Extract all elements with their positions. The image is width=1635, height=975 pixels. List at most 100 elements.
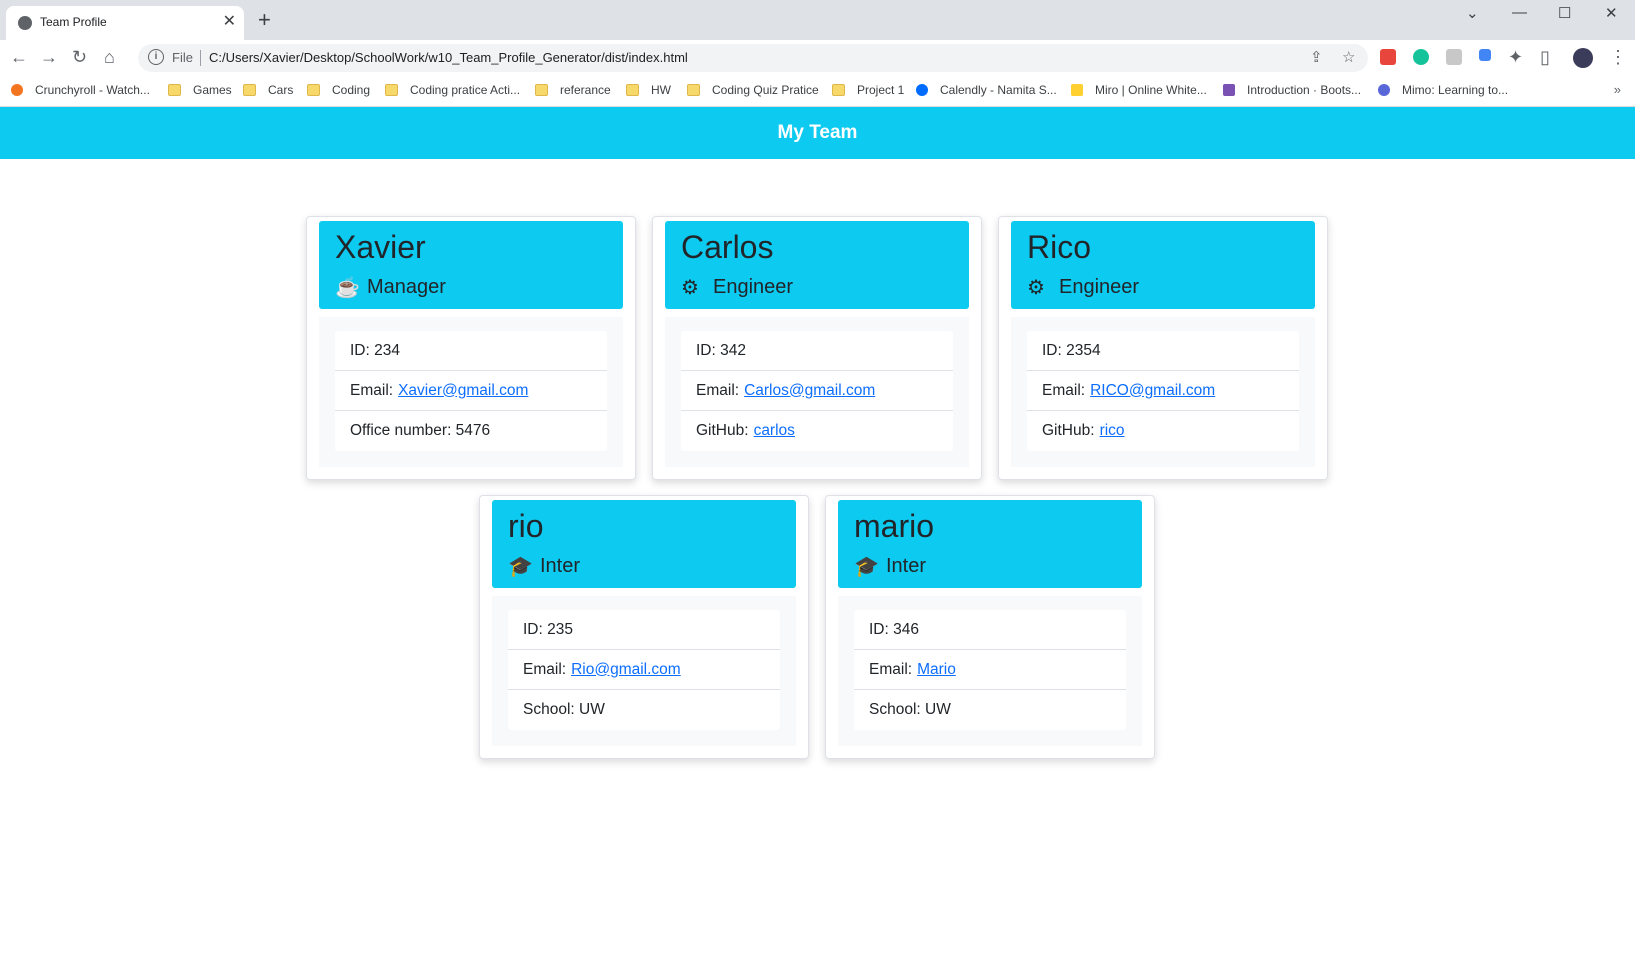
- reload-button[interactable]: ↻: [72, 46, 87, 68]
- tab-title: Team Profile: [40, 15, 107, 29]
- page-header: My Team: [0, 107, 1635, 159]
- extensions-puzzle-icon[interactable]: ✦: [1508, 46, 1523, 68]
- folder-icon: [687, 84, 700, 96]
- folder-icon: [832, 84, 845, 96]
- card-header: Xavier ☕ Manager: [319, 221, 623, 309]
- bookmark-item[interactable]: Miro | Online White...: [1071, 83, 1207, 97]
- bookmark-item[interactable]: Coding pratice Acti...: [385, 83, 520, 97]
- calendly-icon: [916, 84, 928, 96]
- role-label: Engineer: [1059, 276, 1140, 298]
- card-header: Rico ⚙ Engineer: [1011, 221, 1315, 309]
- bookmark-item[interactable]: Games: [168, 83, 232, 97]
- menu-kebab-icon[interactable]: ⋮: [1609, 46, 1627, 68]
- info-list: ID: 2354 Email: RICO@gmail.com GitHub: ric…: [1027, 331, 1299, 451]
- school-item: School: UW: [869, 701, 951, 718]
- email-item: Email: Xavier@gmail.com: [335, 371, 607, 411]
- extension-pen-icon[interactable]: [1479, 49, 1491, 61]
- close-window-button[interactable]: ✕: [1605, 4, 1618, 22]
- profile-avatar[interactable]: [1573, 48, 1593, 68]
- id-item: ID: 346: [854, 610, 1126, 650]
- github-item: GitHub: rico: [1042, 422, 1125, 440]
- folder-icon: [243, 84, 256, 96]
- share-icon[interactable]: ⇪: [1310, 48, 1323, 66]
- tab-strip: Team Profile ✕ + ⌄ — ☐ ✕: [0, 0, 1635, 40]
- more-bookmarks-icon[interactable]: »: [1614, 82, 1621, 97]
- id-item: ID: 2354: [1027, 331, 1299, 371]
- bookmark-item[interactable]: Coding: [307, 83, 370, 97]
- maximize-button[interactable]: ☐: [1558, 4, 1571, 22]
- employee-name: rio: [508, 508, 544, 544]
- employee-card: Carlos ⚙ Engineer ID: 342 Email: Carlos@g…: [652, 216, 982, 480]
- extension-megaphone-icon[interactable]: [1380, 49, 1396, 65]
- bookmark-star-icon[interactable]: ☆: [1342, 48, 1355, 66]
- employee-name: mario: [854, 508, 935, 544]
- extension-icon[interactable]: [1446, 49, 1462, 65]
- page-title: My Team: [777, 122, 858, 143]
- browser-toolbar: ← → ↻ ⌂ i File C:/Users/Xavier/Desktop/S…: [0, 40, 1635, 76]
- bookmark-item[interactable]: Project 1: [832, 83, 904, 97]
- forward-button[interactable]: →: [40, 46, 58, 68]
- employee-role: ⚙ Engineer: [681, 275, 793, 300]
- github-link[interactable]: rico: [1100, 422, 1125, 440]
- side-panel-icon[interactable]: ▯: [1540, 46, 1550, 68]
- role-label: Inter: [540, 555, 581, 577]
- employee-name: Xavier: [335, 229, 426, 265]
- back-button[interactable]: ←: [10, 46, 28, 68]
- coffee-icon: ☕: [335, 277, 360, 299]
- card-body: ID: 234 Email: Xavier@gmail.com Office nu…: [319, 317, 623, 467]
- bookmark-item[interactable]: Calendly - Namita S...: [916, 83, 1057, 97]
- grammarly-icon[interactable]: [1413, 49, 1429, 65]
- email-link[interactable]: RICO@gmail.com: [1090, 382, 1215, 400]
- minimize-button[interactable]: —: [1512, 4, 1527, 21]
- employee-role: 🎓 Inter: [854, 554, 926, 579]
- info-list: ID: 235 Email: Rio@gmail.com School: UW: [508, 610, 780, 730]
- bookmark-item[interactable]: Cars: [243, 83, 293, 97]
- employee-role: 🎓 Inter: [508, 554, 580, 579]
- bookmarks-bar: Crunchyroll - Watch... Games Cars Coding…: [0, 76, 1635, 107]
- card-body: ID: 235 Email: Rio@gmail.com School: UW: [492, 596, 796, 746]
- address-bar[interactable]: i File C:/Users/Xavier/Desktop/SchoolWor…: [138, 44, 1368, 72]
- folder-icon: [168, 84, 181, 96]
- browser-tab[interactable]: Team Profile ✕: [6, 6, 244, 40]
- id-item: ID: 342: [681, 331, 953, 371]
- bookmark-item[interactable]: referance: [535, 83, 611, 97]
- info-list: ID: 234 Email: Xavier@gmail.com Office nu…: [335, 331, 607, 451]
- email-link[interactable]: Mario: [917, 661, 956, 679]
- tab-search-icon[interactable]: ⌄: [1466, 4, 1479, 22]
- url-text[interactable]: C:/Users/Xavier/Desktop/SchoolWork/w10_T…: [209, 50, 688, 65]
- bookmark-item[interactable]: Introduction · Boots...: [1223, 83, 1361, 97]
- bookmark-item[interactable]: Crunchyroll - Watch...: [11, 83, 150, 97]
- folder-icon: [535, 84, 548, 96]
- cogs-icon: ⚙: [681, 277, 699, 299]
- email-link[interactable]: Rio@gmail.com: [571, 661, 681, 679]
- card-body: ID: 346 Email: Mario School: UW: [838, 596, 1142, 746]
- omnibox-divider: [200, 50, 201, 66]
- bookmark-item[interactable]: Mimo: Learning to...: [1378, 83, 1508, 97]
- home-button[interactable]: ⌂: [104, 46, 115, 68]
- employee-role: ⚙ Engineer: [1027, 275, 1139, 300]
- close-tab-icon[interactable]: ✕: [223, 12, 236, 32]
- graduation-cap-icon: 🎓: [854, 556, 879, 578]
- employee-card: mario 🎓 Inter ID: 346 Email: Mario School…: [825, 495, 1155, 759]
- github-item: GitHub: carlos: [696, 422, 795, 440]
- new-tab-button[interactable]: +: [258, 9, 271, 31]
- github-link[interactable]: carlos: [754, 422, 795, 440]
- email-link[interactable]: Carlos@gmail.com: [744, 382, 875, 400]
- graduation-cap-icon: 🎓: [508, 556, 533, 578]
- employee-name: Rico: [1027, 229, 1092, 265]
- bootstrap-icon: [1223, 84, 1235, 96]
- email-item: Email: RICO@gmail.com: [1027, 371, 1299, 411]
- info-icon[interactable]: i: [148, 49, 164, 65]
- info-list: ID: 346 Email: Mario School: UW: [854, 610, 1126, 730]
- id-item: ID: 234: [335, 331, 607, 371]
- email-link[interactable]: Xavier@gmail.com: [398, 382, 528, 400]
- scheme-label: File: [172, 50, 193, 65]
- globe-icon: [18, 16, 32, 30]
- employee-card: Xavier ☕ Manager ID: 234 Email: Xavier@gm…: [306, 216, 636, 480]
- bookmark-item[interactable]: Coding Quiz Pratice: [687, 83, 819, 97]
- bookmark-item[interactable]: HW: [626, 83, 671, 97]
- employee-role: ☕ Manager: [335, 275, 446, 300]
- employee-card: Rico ⚙ Engineer ID: 2354 Email: RICO@gmai…: [998, 216, 1328, 480]
- folder-icon: [307, 84, 320, 96]
- miro-icon: [1071, 84, 1083, 96]
